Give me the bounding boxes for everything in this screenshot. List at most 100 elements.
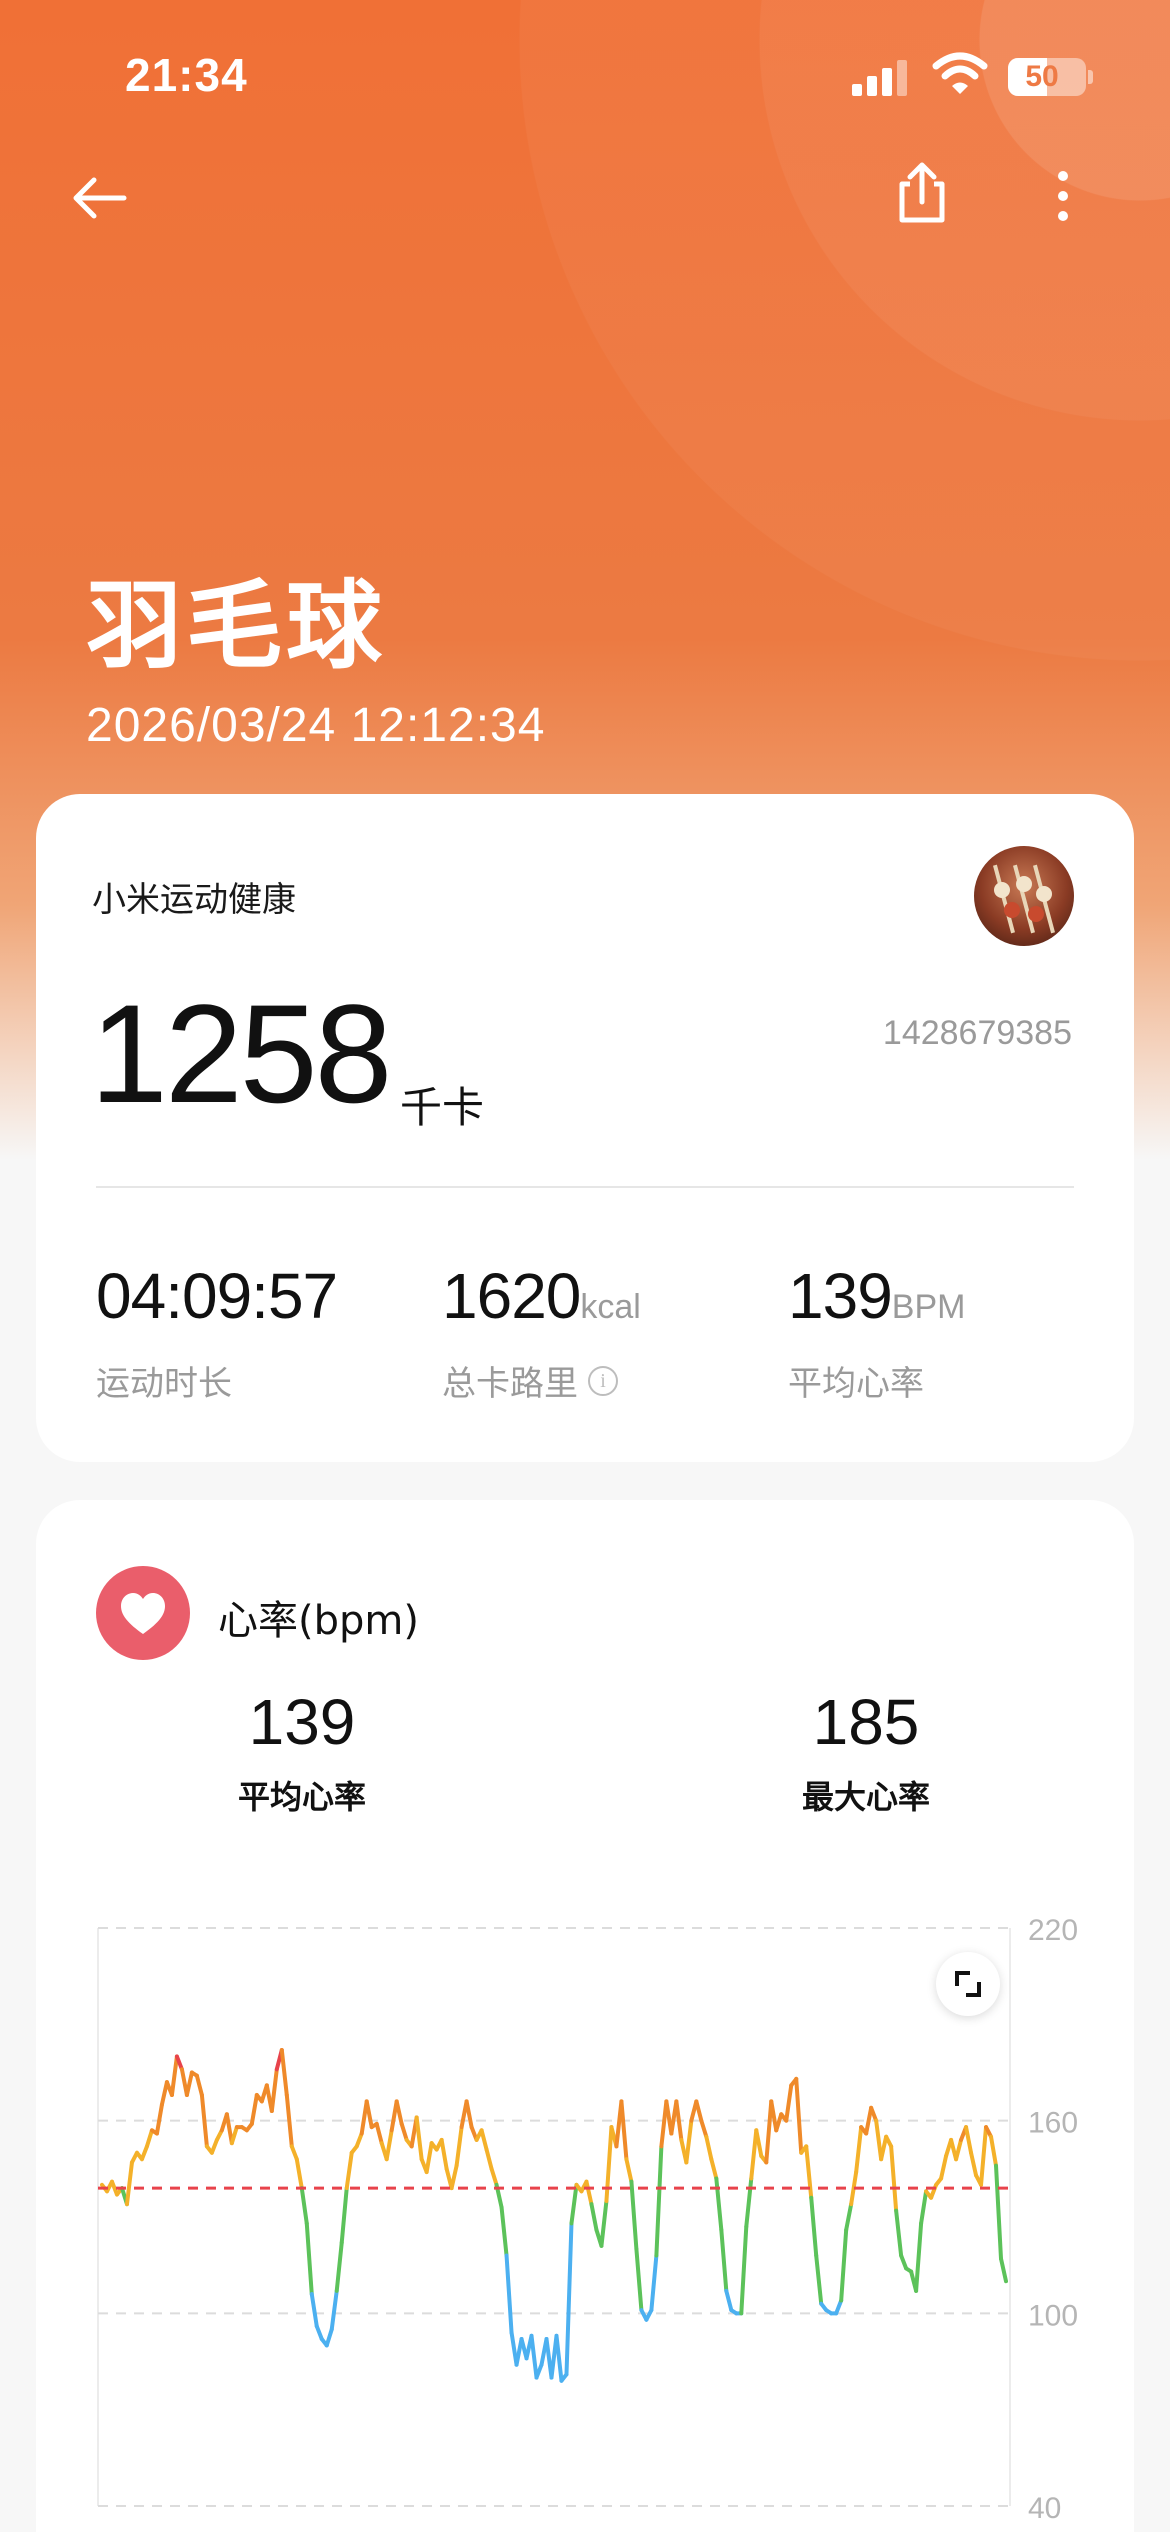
info-icon[interactable]: i xyxy=(588,1365,618,1396)
heart-rate-series-segment xyxy=(294,2157,304,2191)
chart-y-tick-label: 220 xyxy=(1028,1914,1078,1947)
heart-rate-series-segment xyxy=(504,2253,514,2335)
heart-rate-series-segment xyxy=(279,2048,289,2097)
heart-rate-series-segment xyxy=(374,2121,384,2146)
divider xyxy=(96,1186,1074,1188)
stat-value: 1620 xyxy=(442,1260,581,1332)
battery-percent: 50 xyxy=(1025,60,1059,93)
heart-rate-series-segment xyxy=(499,2205,509,2258)
heart-rate-series-segment xyxy=(304,2221,314,2297)
cellular-signal-icon xyxy=(852,56,912,96)
heart-rate-series-segment xyxy=(954,2137,964,2162)
page-title: 羽毛球 xyxy=(86,570,386,682)
share-icon[interactable] xyxy=(892,160,952,226)
status-time: 21:34 xyxy=(125,49,248,101)
heart-rate-series-segment xyxy=(329,2288,339,2332)
heart-rate-series-segment xyxy=(889,2144,899,2213)
heart-rate-series-segment xyxy=(739,2224,749,2316)
heart-rate-series-segment xyxy=(449,2163,459,2191)
heart-rate-series-segment xyxy=(899,2253,909,2271)
heart-rate-series-segment xyxy=(769,2099,779,2133)
heart-rate-series-segment xyxy=(604,2125,614,2203)
app-name: 小米运动健康 xyxy=(92,880,296,920)
avatar[interactable] xyxy=(974,846,1074,946)
heart-rate-series-segment xyxy=(344,2150,354,2191)
heart-rate-series-segment xyxy=(684,2118,694,2165)
battery-tip xyxy=(1088,70,1093,84)
heart-rate-series-segment xyxy=(529,2333,539,2380)
heart-rate-series-segment xyxy=(384,2128,394,2162)
heart-rate-series-segment xyxy=(834,2298,844,2316)
summary-card: 小米运动健康 1258 千卡 1428679385 04:09:57 运动时长 … xyxy=(36,794,1134,1462)
heart-rate-series-segment xyxy=(619,2099,629,2162)
heart-rate-series-segment xyxy=(479,2128,489,2152)
stat-total-calories: 1620kcal 总卡路里 i xyxy=(442,1264,641,1405)
heart-rate-series-segment xyxy=(584,2179,594,2207)
heart-rate-series-segment xyxy=(719,2227,729,2293)
heart-rate-series-segment xyxy=(399,2121,409,2142)
chart-y-tick-label: 40 xyxy=(1028,2492,1061,2525)
screen: 21:34 50 羽毛球 2026/03/24 12:12:34 小米运动健康 … xyxy=(0,0,1170,2532)
status-bar: 21:34 50 xyxy=(0,0,1170,150)
heart-rate-series-segment xyxy=(174,2054,184,2072)
heart-rate-series-segment xyxy=(589,2202,599,2232)
calories-unit: 千卡 xyxy=(400,1083,485,1132)
heart-rate-series-segment xyxy=(634,2247,644,2313)
heart-rate-series-segment xyxy=(454,2125,464,2168)
heart-rate-series-segment xyxy=(144,2128,154,2149)
heart-rate-series-segment xyxy=(209,2137,219,2155)
heart-rate-series-segment xyxy=(229,2125,239,2146)
user-id: 1428679385 xyxy=(882,1014,1072,1052)
heart-rate-series-segment xyxy=(969,2150,979,2178)
heart-rate-series-segment xyxy=(139,2144,149,2162)
more-options-icon[interactable] xyxy=(1038,166,1088,226)
calories-value: 1258 xyxy=(90,975,392,1132)
heart-rate-series-segment xyxy=(994,2163,1004,2261)
stat-avg-heart-rate: 139BPM 平均心率 xyxy=(788,1264,965,1405)
heart-rate-series-segment xyxy=(124,2160,134,2207)
heart-rate-series-segment xyxy=(334,2240,344,2293)
stat-duration: 04:09:57 运动时长 xyxy=(96,1264,338,1405)
expand-icon xyxy=(955,1971,981,1997)
heart-rate-series-segment xyxy=(194,2073,204,2097)
heart-rate-series-segment xyxy=(364,2099,374,2130)
heart-rate-series-segment xyxy=(979,2125,989,2187)
heart-rate-series-segment xyxy=(599,2198,609,2248)
heart-rate-series-segment xyxy=(284,2092,294,2149)
heart-rate-series-segment xyxy=(269,2067,279,2114)
heart-rate-series-segment xyxy=(224,2112,234,2146)
heart-rate-series-segment xyxy=(314,2324,324,2342)
back-arrow-icon[interactable] xyxy=(70,168,130,228)
heart-rate-series-segment xyxy=(694,2099,704,2123)
stat-label: 运动时长 xyxy=(96,1364,232,1404)
heart-rate-series-segment xyxy=(764,2099,774,2165)
heart-rate-card[interactable]: 心率(bpm) 139 平均心率 185 最大心率 220 160 100 40 xyxy=(36,1500,1134,2532)
heart-rate-chart[interactable]: 220 160 100 40 xyxy=(36,1500,1134,2532)
stat-label: 总卡路里 xyxy=(442,1364,578,1404)
heart-rate-series-segment xyxy=(714,2176,724,2232)
heart-rate-series-segment xyxy=(774,2112,784,2133)
heart-rate-series-segment xyxy=(784,2083,794,2123)
heart-rate-series-segment xyxy=(624,2157,634,2184)
heart-rate-series-segment xyxy=(199,2092,209,2149)
stat-value: 04:09:57 xyxy=(96,1260,338,1332)
heart-rate-series-segment xyxy=(754,2128,764,2158)
heart-rate-series-segment xyxy=(939,2153,949,2181)
heart-rate-series-segment xyxy=(154,2102,164,2136)
heart-rate-series-segment xyxy=(814,2253,824,2306)
heart-rate-series-segment xyxy=(564,2221,574,2377)
expand-chart-button[interactable] xyxy=(936,1952,1000,2016)
heart-rate-series-segment xyxy=(704,2134,714,2162)
heart-rate-series-segment xyxy=(894,2208,904,2258)
heart-rate-series-segment xyxy=(554,2333,564,2383)
heart-rate-series-segment xyxy=(649,2253,659,2313)
heart-rate-series-segment xyxy=(794,2076,804,2155)
heart-rate-series-segment xyxy=(809,2195,819,2258)
heart-rate-series-segment xyxy=(569,2182,579,2226)
heart-rate-series-segment xyxy=(489,2166,499,2187)
workout-datetime: 2026/03/24 12:12:34 xyxy=(86,699,546,752)
heart-rate-series-segment xyxy=(354,2131,364,2149)
heart-rate-series-segment xyxy=(249,2092,259,2126)
heart-rate-series-segment xyxy=(414,2115,424,2162)
heart-rate-series-segment xyxy=(394,2099,404,2126)
